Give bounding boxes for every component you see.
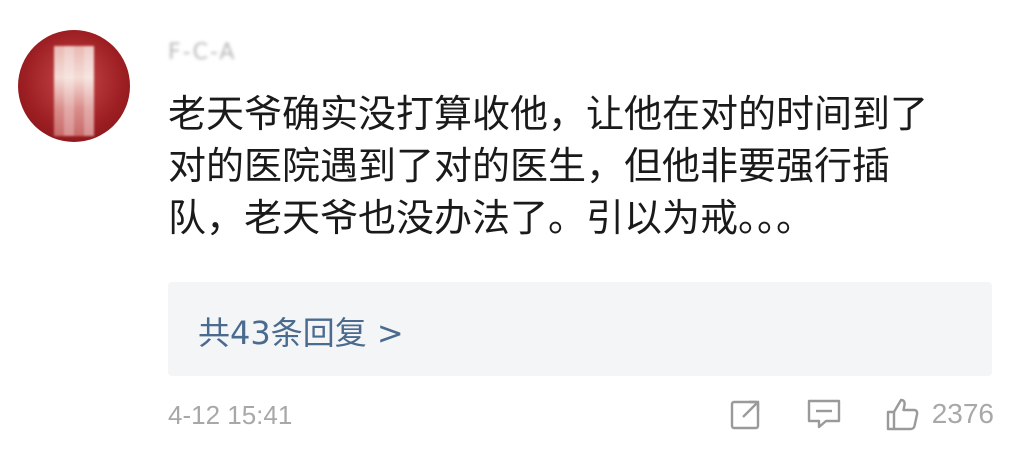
comment-line: 队，老天爷也没办法了。引以为戒。。。 (168, 196, 815, 240)
comment-text: 老天爷确实没打算收他，让他在对的时间到了 对的医院遇到了对的医生，但他非要强行插… (168, 88, 998, 244)
share-icon[interactable] (726, 394, 766, 434)
like-count: 2376 (931, 398, 994, 429)
comment-line: 对的医院遇到了对的医生，但他非要强行插 (168, 144, 891, 188)
comment-line: 老天爷确实没打算收他，让他在对的时间到了 (168, 92, 929, 136)
thumbs-up-icon[interactable] (882, 394, 922, 434)
view-replies-link[interactable]: 共43条回复 > (198, 308, 404, 354)
comment-icon[interactable] (804, 394, 844, 434)
timestamp: 4-12 15:41 (168, 400, 293, 430)
avatar-image (54, 46, 94, 136)
username[interactable]: F-C-A (168, 40, 236, 66)
replies-box[interactable]: 共43条回复 > (168, 282, 992, 376)
avatar[interactable] (18, 30, 130, 142)
action-bar: 2376 (688, 392, 994, 436)
